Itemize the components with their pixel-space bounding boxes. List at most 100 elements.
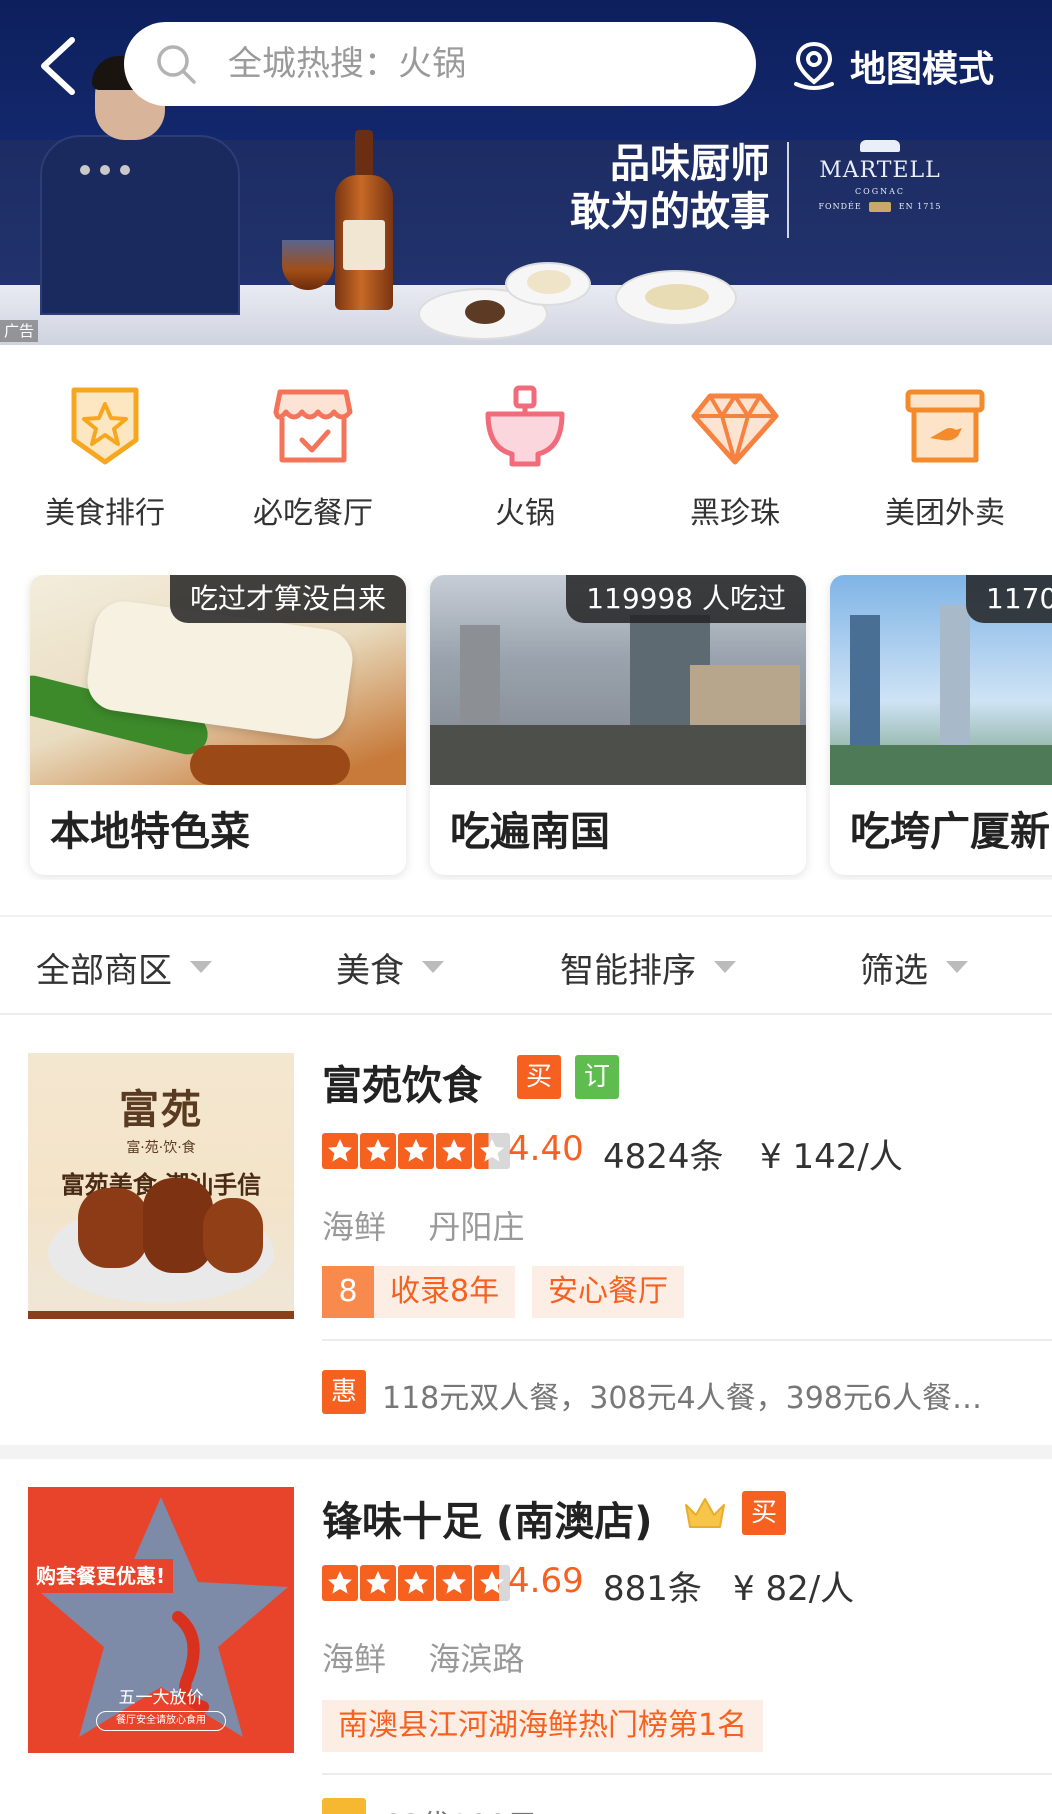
- star-icon: [474, 1565, 510, 1601]
- search-placeholder: 全城热搜：火锅: [228, 44, 466, 84]
- brand-name: MARTELL: [819, 158, 941, 183]
- coat-button: [120, 165, 130, 175]
- coat-button: [80, 165, 90, 175]
- filter-business-area[interactable]: 全部商区: [36, 917, 212, 1017]
- rating-score: 4.69: [508, 1561, 584, 1601]
- search-icon: [157, 45, 196, 84]
- review-count: 881条: [603, 1569, 702, 1609]
- category-label: 必吃餐厅: [253, 496, 373, 531]
- feature-card-carousel[interactable]: 吃过才算没白来 本地特色菜 119998 人吃过 吃遍南国 1170 吃垮广厦新: [0, 575, 1052, 880]
- filter-sort[interactable]: 智能排序: [560, 917, 736, 1017]
- filter-label: 智能排序: [560, 950, 696, 991]
- brand-est-left: FONDÉE: [818, 202, 862, 211]
- category-label: 火锅: [495, 496, 555, 531]
- deal-text[interactable]: 68代100元: [382, 1801, 537, 1814]
- map-pin-icon: [794, 41, 834, 90]
- feature-card[interactable]: 119998 人吃过 吃遍南国: [430, 575, 806, 875]
- star-rating: [322, 1133, 512, 1169]
- star-rating: [322, 1565, 512, 1601]
- category-label: 美团外卖: [885, 496, 1005, 531]
- tower: [940, 605, 970, 755]
- item-divider: [322, 1339, 1052, 1341]
- category-grid: 美食排行 必吃餐厅 火锅 黑珍珠 美团外卖: [0, 382, 1052, 532]
- must-eat-shop-icon: [273, 389, 353, 463]
- dropdown-triangle-icon: [422, 961, 444, 973]
- chevron-left-icon: [41, 37, 75, 95]
- card-badge: 119998 人吃过: [566, 575, 806, 623]
- filter-screen[interactable]: 筛选: [860, 917, 968, 1017]
- ranking-chip[interactable]: 南澳县江河湖海鲜热门榜第1名: [322, 1700, 764, 1752]
- dropdown-triangle-icon: [190, 961, 212, 973]
- buy-tag: 买: [517, 1055, 561, 1099]
- restaurant-thumbnail: 购套餐更优惠! 五一大放价 餐厅安全请放心食用: [28, 1487, 294, 1753]
- restaurant-thumbnail: 富苑 富·苑·饮·食 富苑美食 潮汕手信: [28, 1053, 294, 1319]
- promo-ribbon: 购套餐更优惠!: [28, 1559, 174, 1593]
- cuisine: 海鲜: [322, 1208, 387, 1246]
- braised-meat: [78, 1188, 148, 1268]
- area: 海滨路: [428, 1640, 525, 1678]
- deal-text[interactable]: 118元双人餐，308元4人餐，398元6人餐…: [382, 1373, 982, 1417]
- star-icon: [398, 1565, 434, 1601]
- years-chip: 收录8年: [374, 1266, 516, 1318]
- dish-plate: [505, 262, 591, 306]
- star-icon: [436, 1565, 472, 1601]
- cuisine: 海鲜: [322, 1640, 387, 1678]
- avg-price: ¥ 82/人: [733, 1569, 855, 1609]
- card-title: 吃遍南国: [450, 809, 610, 855]
- category-black-pearl[interactable]: 黑珍珠: [640, 382, 830, 532]
- star-icon: [360, 1565, 396, 1601]
- list-separator: [0, 1445, 1052, 1459]
- filter-bar: 全部商区 美食 智能排序 筛选: [0, 915, 1052, 1015]
- buy-tag: 买: [742, 1491, 786, 1535]
- review-count: 4824条: [603, 1137, 724, 1177]
- restaurant-list-item[interactable]: 购套餐更优惠! 五一大放价 餐厅安全请放心食用 锋味十足 (南澳店) 买 4.6…: [0, 1459, 1052, 1814]
- street: [430, 725, 806, 785]
- brand-est-right: EN 1715: [898, 202, 942, 211]
- banner-headline: 品味厨师 敢为的故事: [530, 140, 770, 236]
- card-title: 吃垮广厦新: [850, 809, 1050, 855]
- dish-food: [465, 300, 505, 324]
- brand-sub: COGNAC: [855, 187, 905, 196]
- star-icon: [436, 1133, 472, 1169]
- star-icon: [398, 1133, 434, 1169]
- crown-icon: [685, 1498, 725, 1528]
- card-badge: 1170: [966, 575, 1052, 623]
- thumb-sub: 富·苑·饮·食: [126, 1140, 196, 1156]
- thumb-logo: 富苑: [119, 1086, 203, 1133]
- category-must-eat[interactable]: 必吃餐厅: [218, 382, 408, 532]
- snifter-glass: [282, 240, 334, 290]
- feature-card[interactable]: 1170 吃垮广厦新: [830, 575, 1052, 875]
- delivery-box-icon: [905, 389, 985, 463]
- category-food-ranking[interactable]: 美食排行: [10, 382, 200, 532]
- cuisine-area: 海鲜 海滨路: [322, 1634, 524, 1680]
- restaurant-name: 锋味十足 (南澳店): [322, 1499, 653, 1545]
- brand-logo: MARTELL COGNAC FONDÉE EN 1715: [805, 140, 955, 212]
- dish-food: [527, 270, 571, 294]
- area: 丹阳庄: [428, 1208, 525, 1246]
- card-title: 本地特色菜: [50, 809, 250, 855]
- rating-score: 4.40: [508, 1129, 584, 1169]
- category-hotpot[interactable]: 火锅: [430, 382, 620, 532]
- bottle-label: [343, 220, 385, 270]
- black-pearl-diamond-icon: [691, 393, 779, 465]
- back-button[interactable]: [36, 36, 86, 96]
- cognac-bottle: [335, 130, 393, 310]
- map-mode-button[interactable]: 地图模式: [790, 36, 994, 96]
- dish-plate: [615, 270, 737, 326]
- years-badge: 8: [322, 1266, 374, 1318]
- dropdown-triangle-icon: [946, 961, 968, 973]
- restaurant-name: 富苑饮食: [322, 1063, 482, 1109]
- deal-icon: 惠: [322, 1370, 366, 1414]
- feature-card[interactable]: 吃过才算没白来 本地特色菜: [30, 575, 406, 875]
- category-meituan-delivery[interactable]: 美团外卖: [850, 382, 1040, 532]
- star-icon: [322, 1565, 358, 1601]
- star-icon: [322, 1133, 358, 1169]
- headline-line1: 品味厨师: [610, 140, 770, 187]
- sauce: [190, 745, 350, 785]
- swift-logo-icon: [860, 140, 900, 152]
- search-bar[interactable]: 全城热搜：火锅: [124, 22, 756, 106]
- filter-cuisine[interactable]: 美食: [336, 917, 444, 1017]
- hotpot-icon: [485, 385, 565, 467]
- park: [830, 745, 1052, 785]
- restaurant-list-item[interactable]: 富苑 富·苑·饮·食 富苑美食 潮汕手信 富苑饮食 买 订 4.40 4824条…: [0, 1017, 1052, 1445]
